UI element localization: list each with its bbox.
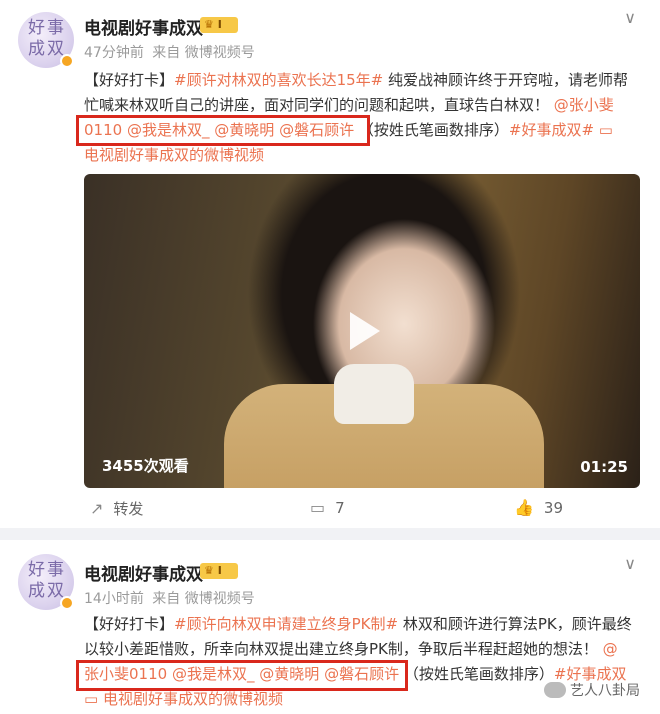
repost-button[interactable]: ↗ 转发 <box>90 498 143 519</box>
repost-icon: ↗ <box>90 499 104 518</box>
weibo-post-card: 好事成双 电视剧好事成双 ♛ Ⅰ 47分钟前 来自 微博视频号 ∨ 【好好打卡】… <box>0 0 660 528</box>
highlight-box <box>76 115 370 146</box>
video-link[interactable]: 电视剧好事成双的微博视频 <box>103 690 283 708</box>
video-duration: 01:25 <box>580 458 628 476</box>
watermark: 艺人八卦局 <box>544 680 640 700</box>
account-name[interactable]: 电视剧好事成双 <box>84 14 203 39</box>
mention-zhang[interactable]: @张小斐 <box>554 96 614 114</box>
chevron-down-icon[interactable]: ∨ <box>624 554 636 573</box>
wechat-icon <box>544 682 566 698</box>
view-count: 3455次观看 <box>102 457 189 475</box>
video-link-icon: ▭ <box>84 690 99 708</box>
level-badge: ♛ Ⅰ <box>200 563 238 579</box>
topic-end-link[interactable]: #好事成双# <box>509 121 594 139</box>
crown-icon: ♛ <box>204 18 214 31</box>
post-source[interactable]: 来自 微博视频号 <box>152 591 254 607</box>
account-name[interactable]: 电视剧好事成双 <box>84 560 203 585</box>
topic-link[interactable]: #顾许对林双的喜欢长达15年# <box>174 71 383 89</box>
video-frame-collar <box>334 364 414 424</box>
highlight-box <box>76 660 408 691</box>
post-time[interactable]: 14小时前 <box>84 591 144 607</box>
verified-badge-icon <box>60 54 74 68</box>
like-icon: 👍 <box>514 498 534 517</box>
play-icon[interactable] <box>340 309 384 353</box>
post-meta: 14小时前 来自 微博视频号 <box>84 588 255 608</box>
weibo-post-card: 好事成双 电视剧好事成双 ♛ Ⅰ 14小时前 来自 微博视频号 ∨ 【好好打卡】… <box>0 540 660 714</box>
post-source[interactable]: 来自 微博视频号 <box>152 45 254 61</box>
video-link-icon: ▭ <box>598 121 613 139</box>
verified-badge-icon <box>60 596 74 610</box>
avatar-logo-text: 好事成双 <box>28 18 66 59</box>
avatar-logo-text: 好事成双 <box>28 560 66 601</box>
like-button[interactable]: 👍 39 <box>514 498 563 517</box>
topic-link[interactable]: #顾许向林双申请建立终身PK制# <box>174 615 398 633</box>
chevron-down-icon[interactable]: ∨ <box>624 8 636 27</box>
comment-icon: ▭ <box>310 498 326 517</box>
post-time[interactable]: 47分钟前 <box>84 45 144 61</box>
level-badge: ♛ Ⅰ <box>200 17 238 33</box>
crown-icon: ♛ <box>204 564 214 577</box>
video-link[interactable]: 电视剧好事成双的微博视频 <box>84 146 264 164</box>
comment-button[interactable]: ▭ 7 <box>310 498 345 517</box>
post-meta: 47分钟前 来自 微博视频号 <box>84 42 255 62</box>
video-player[interactable]: 3455次观看 01:25 <box>84 174 640 488</box>
